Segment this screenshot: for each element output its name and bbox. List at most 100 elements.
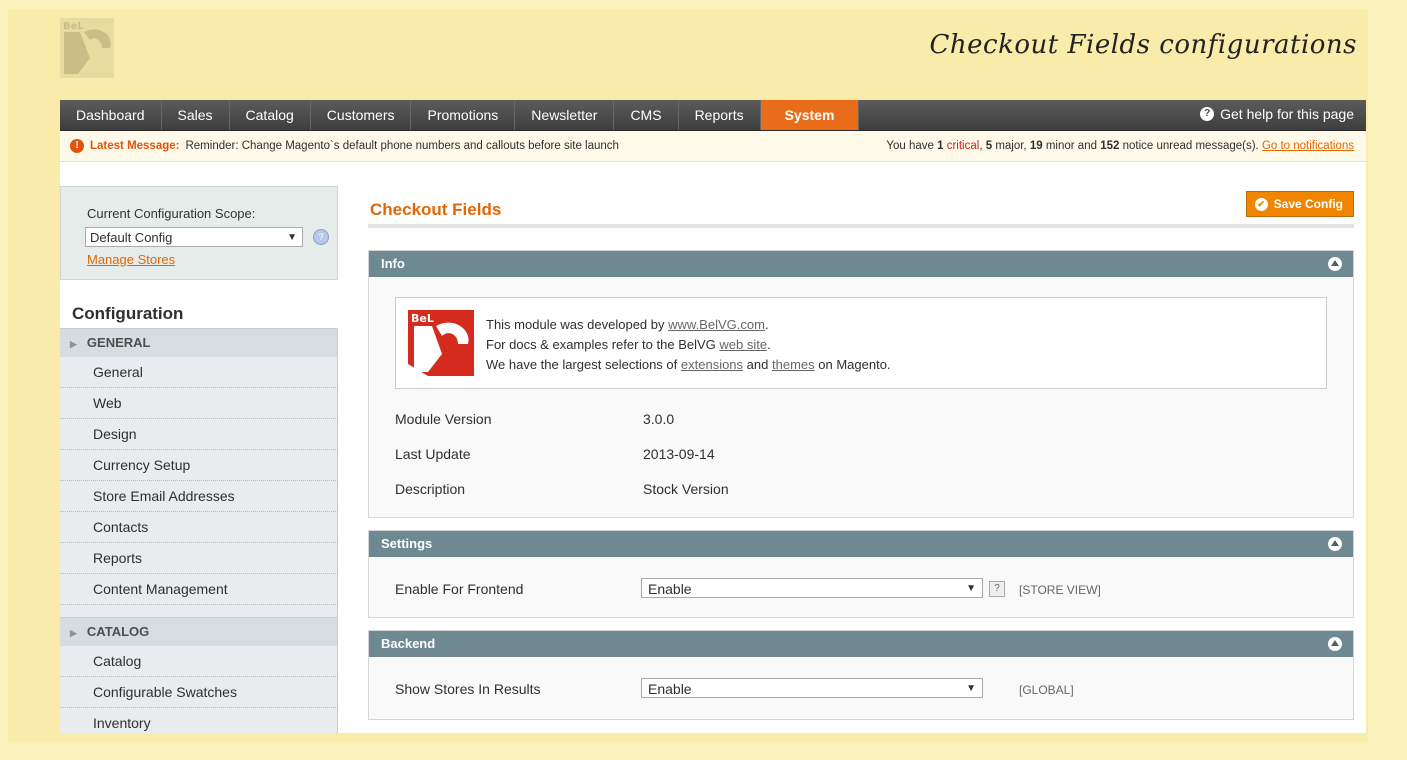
nav-item-dashboard[interactable]: Dashboard xyxy=(60,100,162,130)
nav-item-newsletter[interactable]: Newsletter xyxy=(515,100,615,130)
info-line1-suffix: . xyxy=(764,317,769,332)
vendor-info-text: This module was developed by www.BelVG.c… xyxy=(486,315,891,375)
sidebar-item-currency-setup[interactable]: Currency Setup xyxy=(60,450,338,481)
backend-section-title: Backend xyxy=(381,636,436,651)
themes-link[interactable]: themes xyxy=(772,357,815,372)
sidebar-item-store-email-addresses[interactable]: Store Email Addresses xyxy=(60,481,338,512)
info-row-label: Last Update xyxy=(395,446,471,462)
dropdown-arrow-icon: ▼ xyxy=(287,232,297,243)
belvg-website-link[interactable]: www.BelVG.com xyxy=(668,317,765,332)
backend-section: Backend Show Stores In Results Enable ▼ … xyxy=(368,630,1354,720)
sidebar-item-catalog[interactable]: Catalog xyxy=(60,646,338,677)
svg-text:BeL: BeL xyxy=(411,312,434,325)
go-to-notifications-link[interactable]: Go to notifications xyxy=(1262,140,1354,152)
admin-app: Dashboard Sales Catalog Customers Promot… xyxy=(60,100,1366,733)
show-stores-label: Show Stores In Results xyxy=(395,681,541,697)
help-link[interactable]: ? Get help for this page xyxy=(1200,100,1354,128)
info-row-value: Stock Version xyxy=(643,481,729,497)
collapse-icon[interactable] xyxy=(1328,537,1342,551)
help-link-label: Get help for this page xyxy=(1220,106,1354,122)
page-title: Checkout Fields xyxy=(370,200,502,219)
notice-label: notice unread message(s). xyxy=(1122,140,1259,152)
info-row-value: 2013-09-14 xyxy=(643,446,715,462)
info-section: Info BeL This module was developed by ww… xyxy=(368,250,1354,518)
info-line3-suffix: on Magento. xyxy=(818,357,891,372)
major-count: 5 xyxy=(985,140,993,152)
scope-select[interactable]: Default Config ▼ xyxy=(85,227,303,247)
sidebar-group-label: GENERAL xyxy=(86,335,151,350)
collapse-icon[interactable] xyxy=(1328,257,1342,271)
nav-item-sales[interactable]: Sales xyxy=(162,100,230,130)
scope-select-value: Default Config xyxy=(90,230,173,245)
major-label: major, xyxy=(995,140,1027,152)
settings-section-header[interactable]: Settings xyxy=(369,531,1353,557)
save-config-button[interactable]: ✔ Save Config xyxy=(1245,191,1354,217)
show-stores-value: Enable xyxy=(648,681,692,697)
enable-frontend-label: Enable For Frontend xyxy=(395,581,524,597)
info-line3-and: and xyxy=(746,357,769,372)
message-label: Latest Message: xyxy=(90,140,180,152)
nav-item-promotions[interactable]: Promotions xyxy=(411,100,516,130)
critical-label: critical xyxy=(946,140,980,152)
critical-count: 1 xyxy=(937,140,944,152)
nav-item-cms[interactable]: CMS xyxy=(614,100,679,130)
docs-website-link[interactable]: web site xyxy=(719,337,767,352)
svg-text:BeL: BeL xyxy=(63,21,84,32)
triangle-right-icon: ▶ xyxy=(70,628,77,638)
sidebar-item-contacts[interactable]: Contacts xyxy=(60,512,338,543)
belvg-logo-icon: BeL xyxy=(60,18,114,78)
title-divider xyxy=(368,224,1354,228)
nav-item-system[interactable]: System xyxy=(760,100,860,130)
vendor-info-box: BeL This module was developed by www.Bel… xyxy=(395,297,1327,389)
info-row: Description Stock Version xyxy=(395,481,729,497)
extensions-link[interactable]: extensions xyxy=(681,357,743,372)
show-stores-select[interactable]: Enable ▼ xyxy=(641,678,983,698)
belvg-logo-icon: BeL xyxy=(408,310,474,376)
notice-count: 152 xyxy=(1100,140,1120,152)
info-section-title: Info xyxy=(381,256,405,271)
collapse-icon[interactable] xyxy=(1328,637,1342,651)
save-config-label: Save Config xyxy=(1273,197,1343,211)
info-row-value: 3.0.0 xyxy=(643,411,675,427)
minor-label: minor and xyxy=(1045,140,1097,152)
info-line2-text: For docs & examples refer to the BelVG xyxy=(486,337,716,352)
sidebar-group-general[interactable]: ▶ GENERAL xyxy=(60,328,338,357)
scope-tag: [STORE VIEW] xyxy=(1019,583,1101,597)
scope-tag: [GLOBAL] xyxy=(1019,683,1074,697)
checkmark-icon: ✔ xyxy=(1254,197,1268,211)
info-row: Last Update 2013-09-14 xyxy=(395,446,715,462)
info-row: Module Version 3.0.0 xyxy=(395,411,674,427)
question-icon[interactable]: ? xyxy=(313,229,329,245)
sidebar-item-inventory[interactable]: Inventory xyxy=(60,708,338,733)
sidebar-item-reports[interactable]: Reports xyxy=(60,543,338,574)
banner-title: Checkout Fields configurations xyxy=(929,30,1357,60)
notification-prefix: You have xyxy=(886,140,934,152)
enable-frontend-value: Enable xyxy=(648,581,692,597)
sidebar-item-design[interactable]: Design xyxy=(60,419,338,450)
main-navigation: Dashboard Sales Catalog Customers Promot… xyxy=(60,100,1366,131)
question-icon[interactable]: ? xyxy=(989,581,1005,597)
minor-count: 19 xyxy=(1029,140,1043,152)
info-row-label: Description xyxy=(395,481,466,497)
sidebar-group-catalog[interactable]: ▶ CATALOG xyxy=(60,617,338,646)
info-line2-suffix: . xyxy=(767,337,771,352)
help-icon: ? xyxy=(1200,107,1215,121)
settings-section: Settings Enable For Frontend Enable ▼ ? … xyxy=(368,530,1354,618)
warning-icon: ! xyxy=(70,139,84,153)
scope-label: Current Configuration Scope: xyxy=(87,206,256,221)
sidebar-group-label: CATALOG xyxy=(86,624,150,639)
backend-section-header[interactable]: Backend xyxy=(369,631,1353,657)
sidebar-item-web[interactable]: Web xyxy=(60,388,338,419)
sidebar-item-general[interactable]: General xyxy=(60,357,338,388)
info-section-header[interactable]: Info xyxy=(369,251,1353,277)
info-row-label: Module Version xyxy=(395,411,492,427)
sidebar-item-configurable-swatches[interactable]: Configurable Swatches xyxy=(60,677,338,708)
nav-item-reports[interactable]: Reports xyxy=(679,100,761,130)
config-sidebar: Current Configuration Scope: Default Con… xyxy=(60,186,338,733)
info-line1-text: This module was developed by xyxy=(486,317,665,332)
enable-frontend-select[interactable]: Enable ▼ xyxy=(641,578,983,598)
nav-item-catalog[interactable]: Catalog xyxy=(230,100,311,130)
nav-item-customers[interactable]: Customers xyxy=(311,100,412,130)
manage-stores-link[interactable]: Manage Stores xyxy=(87,252,175,267)
sidebar-item-content-management[interactable]: Content Management xyxy=(60,574,338,605)
